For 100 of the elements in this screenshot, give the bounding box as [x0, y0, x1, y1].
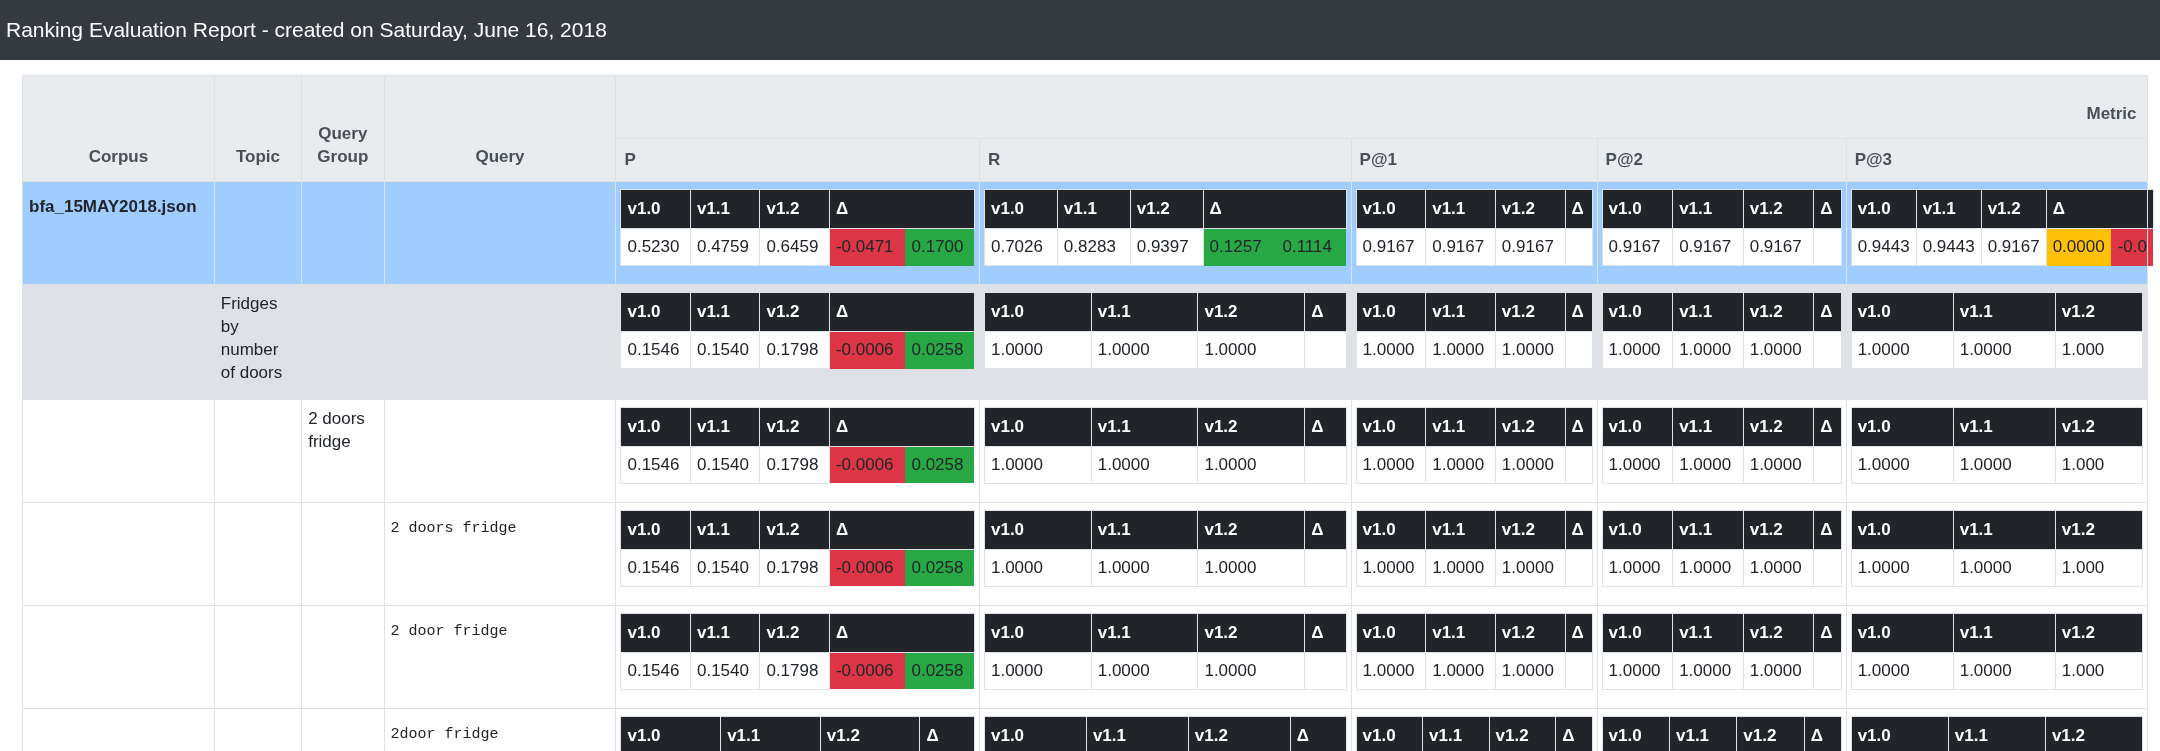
- column-header: Query Group: [301, 75, 384, 182]
- delta-cell: -0.0471: [829, 228, 905, 266]
- score-cell: 1.000: [2055, 446, 2143, 484]
- version-header: Δ: [919, 716, 975, 751]
- version-header: v1.1: [1672, 510, 1744, 550]
- version-header: Δ: [829, 189, 975, 229]
- score-cell: 0.5230: [620, 228, 691, 266]
- version-header: Δ: [1304, 613, 1347, 653]
- version-header: Δ: [1813, 510, 1842, 550]
- version-header: v1.2: [1495, 292, 1565, 332]
- score-cell: 1.0000: [984, 446, 1092, 484]
- score-cell: 0.9167: [1356, 228, 1426, 266]
- version-header: Δ: [1804, 716, 1842, 751]
- score-cell: 1.0000: [1495, 549, 1565, 587]
- version-header: v1.2: [2055, 292, 2143, 332]
- score-cell: 1.0000: [1197, 446, 1305, 484]
- version-header: Δ: [1565, 510, 1593, 550]
- metric-header: R: [979, 138, 1352, 182]
- version-header: v1.1: [1091, 510, 1198, 550]
- corpus-name: bfa_15MAY2018.json: [29, 196, 197, 218]
- version-header: v1.2: [1130, 189, 1204, 229]
- score-cell: 0.1546: [620, 331, 691, 369]
- version-header: v1.2: [759, 407, 830, 447]
- score-cell: 0.1540: [690, 331, 760, 369]
- version-header: v1.2: [759, 613, 830, 653]
- version-header: v1.2: [2045, 716, 2143, 751]
- score-cell: 1.0000: [1953, 331, 2056, 369]
- score-cell: 1.0000: [1356, 549, 1426, 587]
- version-header: v1.2: [759, 189, 830, 229]
- score-cell: 0.9167: [1495, 228, 1565, 266]
- version-header: Δ: [1565, 613, 1593, 653]
- score-cell: 0.9167: [1425, 228, 1496, 266]
- version-header: v1.0: [984, 613, 1092, 653]
- delta-cell: 0.0258: [904, 549, 975, 587]
- version-header: Δ: [1813, 292, 1842, 332]
- version-header: Δ: [829, 292, 975, 332]
- version-header: v1.1: [1953, 407, 2056, 447]
- score-cell: 1.0000: [1356, 331, 1426, 369]
- version-header: v1.1: [1948, 716, 2046, 751]
- score-cell: 1.000: [2055, 652, 2143, 690]
- version-header: v1.0: [984, 510, 1092, 550]
- version-header: v1.1: [690, 510, 760, 550]
- version-header: Δ: [1565, 407, 1593, 447]
- score-cell: 0.6459: [759, 228, 830, 266]
- score-cell: 1.0000: [1851, 549, 1954, 587]
- version-header: v1.1: [720, 716, 821, 751]
- version-header: v1.0: [984, 407, 1092, 447]
- metric-header: P@2: [1597, 138, 1847, 182]
- score-cell: 0.1546: [620, 652, 691, 690]
- score-cell: 0.1798: [759, 446, 830, 484]
- metric-header: P@1: [1351, 138, 1598, 182]
- version-header: v1.0: [1602, 189, 1673, 229]
- score-cell: 1.0000: [1425, 331, 1496, 369]
- score-cell: 0.4759: [690, 228, 760, 266]
- version-header: v1.2: [820, 716, 920, 751]
- version-header: Δ: [1290, 716, 1347, 751]
- version-header: v1.1: [1953, 510, 2056, 550]
- delta-cell: 0.1257: [1203, 228, 1276, 266]
- score-cell: 1.0000: [1197, 331, 1305, 369]
- version-header: Δ: [1813, 407, 1842, 447]
- delta-cell: -0.0006: [829, 652, 905, 690]
- version-header: v1.0: [984, 716, 1087, 751]
- version-header: v1.0: [620, 613, 691, 653]
- version-header: v1.1: [1953, 613, 2056, 653]
- version-header: v1.2: [1743, 189, 1814, 229]
- query-text: 2door fridge: [390, 724, 499, 745]
- version-header: v1.0: [1602, 510, 1673, 550]
- score-cell: 1.0000: [1091, 652, 1198, 690]
- score-cell: 0.7026: [984, 228, 1058, 266]
- version-header: v1.1: [1091, 407, 1198, 447]
- version-header: v1.0: [1356, 510, 1426, 550]
- delta-cell: -0.0006: [829, 331, 905, 369]
- score-cell: 1.0000: [1672, 652, 1744, 690]
- score-cell: 1.0000: [984, 652, 1092, 690]
- score-cell: 1.0000: [1672, 446, 1744, 484]
- delta-cell: 0.1114: [1276, 228, 1347, 266]
- version-header: v1.2: [2055, 407, 2143, 447]
- version-header: v1.2: [1743, 613, 1814, 653]
- score-cell: 1.0000: [1091, 331, 1198, 369]
- report-title: Ranking Evaluation Report - created on Saturday, June 16, 2018: [6, 18, 607, 42]
- version-header: Δ: [1565, 189, 1593, 229]
- score-cell: 1.0000: [1743, 331, 1814, 369]
- version-header: Δ: [1813, 189, 1842, 229]
- version-header: v1.0: [1851, 510, 1954, 550]
- score-cell: 0.1540: [690, 652, 760, 690]
- version-header: v1.2: [1197, 292, 1305, 332]
- score-cell: 0.9167: [1981, 228, 2047, 266]
- score-cell: 1.0000: [1953, 446, 2056, 484]
- version-header: Δ: [1304, 292, 1347, 332]
- version-header: v1.1: [1672, 189, 1744, 229]
- version-header: v1.0: [1602, 292, 1673, 332]
- score-cell: 0.9443: [1851, 228, 1917, 266]
- version-header: v1.2: [1981, 189, 2047, 229]
- version-header: Δ: [1813, 613, 1842, 653]
- version-header: Δ: [1555, 716, 1593, 751]
- query-text: 2 door fridge: [390, 621, 508, 642]
- version-header: v1.1: [1672, 613, 1744, 653]
- version-header: v1.2: [759, 292, 830, 332]
- version-header: v1.1: [1422, 716, 1490, 751]
- version-header: Δ: [1565, 292, 1593, 332]
